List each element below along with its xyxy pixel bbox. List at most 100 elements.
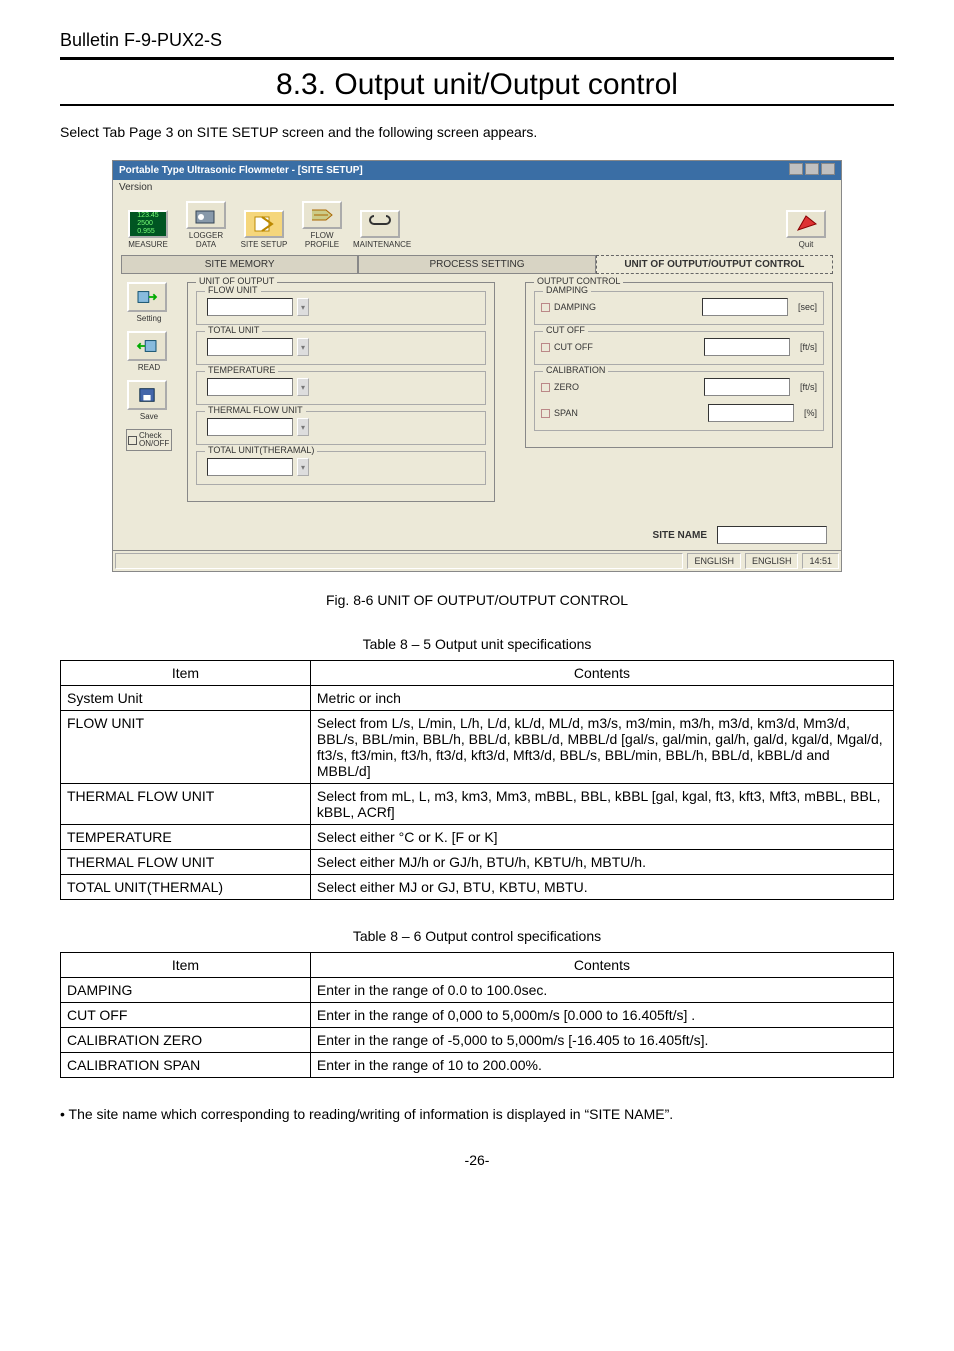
site-name-label: SITE NAME: [653, 530, 707, 541]
page-number: -26-: [60, 1152, 894, 1168]
cell-item: THERMAL FLOW UNIT: [61, 850, 311, 875]
table-row: TOTAL UNIT(THERMAL)Select either MJ or G…: [61, 875, 894, 900]
cell-item: TOTAL UNIT(THERMAL): [61, 875, 311, 900]
maintenance-button[interactable]: MAINTENANCE: [353, 210, 407, 249]
quit-button[interactable]: Quit: [779, 210, 833, 249]
chevron-down-icon[interactable]: ▾: [297, 298, 309, 316]
setting-icon: [127, 282, 167, 312]
cell-item: CUT OFF: [61, 1003, 311, 1028]
measure-button[interactable]: 123.4525000.955 MEASURE: [121, 210, 175, 249]
minimize-icon[interactable]: [789, 163, 803, 175]
check-onoff[interactable]: Check ON/OFF: [126, 429, 172, 451]
chevron-down-icon[interactable]: ▾: [297, 458, 309, 476]
left-column: UNIT OF OUTPUT FLOW UNIT ▾ TOTAL UNIT ▾ …: [187, 282, 495, 508]
table-row: System UnitMetric or inch: [61, 686, 894, 711]
cutoff-group: CUT OFF CUT OFF[ft/s]: [534, 331, 824, 365]
temperature-group: TEMPERATURE ▾: [196, 371, 486, 405]
logger-button[interactable]: LOGGER DATA: [179, 201, 233, 249]
close-icon[interactable]: [821, 163, 835, 175]
chevron-down-icon[interactable]: ▾: [297, 418, 309, 436]
th-item: Item: [61, 661, 311, 686]
flow-unit-group: FLOW UNIT ▾: [196, 291, 486, 325]
maintenance-icon: [360, 210, 400, 238]
table-row: CALIBRATION SPANEnter in the range of 10…: [61, 1053, 894, 1078]
th-item: Item: [61, 953, 311, 978]
tab-site-memory[interactable]: SITE MEMORY: [121, 255, 358, 274]
menu-version[interactable]: Version: [119, 182, 152, 193]
intro-text: Select Tab Page 3 on SITE SETUP screen a…: [60, 124, 894, 140]
read-icon: [127, 331, 167, 361]
sitesetup-icon: [244, 210, 284, 238]
site-name-input[interactable]: [717, 526, 827, 544]
footnote: The site name which corresponding to rea…: [60, 1106, 894, 1122]
status-lang1: ENGLISH: [687, 553, 741, 569]
cell-item: CALIBRATION ZERO: [61, 1028, 311, 1053]
main-toolbar: 123.4525000.955 MEASURE LOGGER DATA SITE…: [113, 195, 841, 255]
calibration-group: CALIBRATION ZERO[ft/s] SPAN[%]: [534, 371, 824, 431]
unit-of-output-group: UNIT OF OUTPUT FLOW UNIT ▾ TOTAL UNIT ▾ …: [187, 282, 495, 502]
cell-contents: Select either MJ or GJ, BTU, KBTU, MBTU.: [310, 875, 893, 900]
flowprofile-button[interactable]: FLOW PROFILE: [295, 201, 349, 249]
cell-contents: Enter in the range of 0.0 to 100.0sec.: [310, 978, 893, 1003]
cell-item: CALIBRATION SPAN: [61, 1053, 311, 1078]
tab-process-setting[interactable]: PROCESS SETTING: [358, 255, 595, 274]
save-icon: [127, 380, 167, 410]
thermal-flow-group: THERMAL FLOW UNIT ▾: [196, 411, 486, 445]
span-input[interactable]: [708, 404, 794, 422]
zero-input[interactable]: [704, 378, 790, 396]
temperature-select[interactable]: [207, 378, 293, 396]
flowprofile-icon: [302, 201, 342, 229]
total-thermal-select[interactable]: [207, 458, 293, 476]
cell-item: TEMPERATURE: [61, 825, 311, 850]
setting-button[interactable]: Setting: [127, 282, 171, 323]
table-row: CALIBRATION ZEROEnter in the range of -5…: [61, 1028, 894, 1053]
cutoff-input[interactable]: [704, 338, 790, 356]
table-output-unit: Item Contents System UnitMetric or inchF…: [60, 660, 894, 900]
app-window: Portable Type Ultrasonic Flowmeter - [SI…: [112, 160, 842, 572]
total-unit-select[interactable]: [207, 338, 293, 356]
right-column: OUTPUT CONTROL DAMPING DAMPING[sec] CUT …: [525, 282, 833, 508]
total-unit-group: TOTAL UNIT ▾: [196, 331, 486, 365]
cell-item: FLOW UNIT: [61, 711, 311, 784]
work-area: Setting READ Save Check ON/OFF UNIT OF O…: [113, 274, 841, 516]
save-button[interactable]: Save: [127, 380, 171, 421]
chevron-down-icon[interactable]: ▾: [297, 378, 309, 396]
window-title: Portable Type Ultrasonic Flowmeter - [SI…: [119, 165, 363, 176]
window-buttons: [787, 163, 835, 178]
menu-bar: Version: [113, 180, 841, 195]
rule-top: [60, 57, 894, 60]
cell-item: THERMAL FLOW UNIT: [61, 784, 311, 825]
table-row: FLOW UNITSelect from L/s, L/min, L/h, L/…: [61, 711, 894, 784]
cell-item: System Unit: [61, 686, 311, 711]
chevron-down-icon[interactable]: ▾: [297, 338, 309, 356]
cell-contents: Enter in the range of -5,000 to 5,000m/s…: [310, 1028, 893, 1053]
checkbox-icon: [128, 436, 137, 445]
read-button[interactable]: READ: [127, 331, 171, 372]
thermal-flow-select[interactable]: [207, 418, 293, 436]
page: Bulletin F-9-PUX2-S 8.3. Output unit/Out…: [0, 0, 954, 1198]
window-titlebar: Portable Type Ultrasonic Flowmeter - [SI…: [113, 161, 841, 180]
status-time: 14:51: [802, 553, 839, 569]
logger-icon: [186, 201, 226, 229]
th-contents: Contents: [310, 953, 893, 978]
table2-caption: Table 8 – 6 Output control specification…: [60, 928, 894, 944]
status-bar: ENGLISH ENGLISH 14:51: [113, 550, 841, 571]
cell-item: DAMPING: [61, 978, 311, 1003]
damping-input[interactable]: [702, 298, 788, 316]
cell-contents: Enter in the range of 10 to 200.00%.: [310, 1053, 893, 1078]
quit-icon: [786, 210, 826, 238]
cell-contents: Enter in the range of 0,000 to 5,000m/s …: [310, 1003, 893, 1028]
tab-output-control[interactable]: UNIT OF OUTPUT/OUTPUT CONTROL: [596, 255, 833, 274]
side-toolbar: Setting READ Save Check ON/OFF: [121, 282, 177, 508]
cell-contents: Select either °C or K. [F or K]: [310, 825, 893, 850]
table1-caption: Table 8 – 5 Output unit specifications: [60, 636, 894, 652]
flow-unit-select[interactable]: [207, 298, 293, 316]
sitesetup-button[interactable]: SITE SETUP: [237, 210, 291, 249]
maximize-icon[interactable]: [805, 163, 819, 175]
table-output-control: Item Contents DAMPINGEnter in the range …: [60, 952, 894, 1078]
total-thermal-group: TOTAL UNIT(THERAMAL) ▾: [196, 451, 486, 485]
table-row: THERMAL FLOW UNITSelect from mL, L, m3, …: [61, 784, 894, 825]
rule-under-title: [60, 104, 894, 106]
cell-contents: Select from mL, L, m3, km3, Mm3, mBBL, B…: [310, 784, 893, 825]
measure-icon: 123.4525000.955: [128, 210, 168, 238]
